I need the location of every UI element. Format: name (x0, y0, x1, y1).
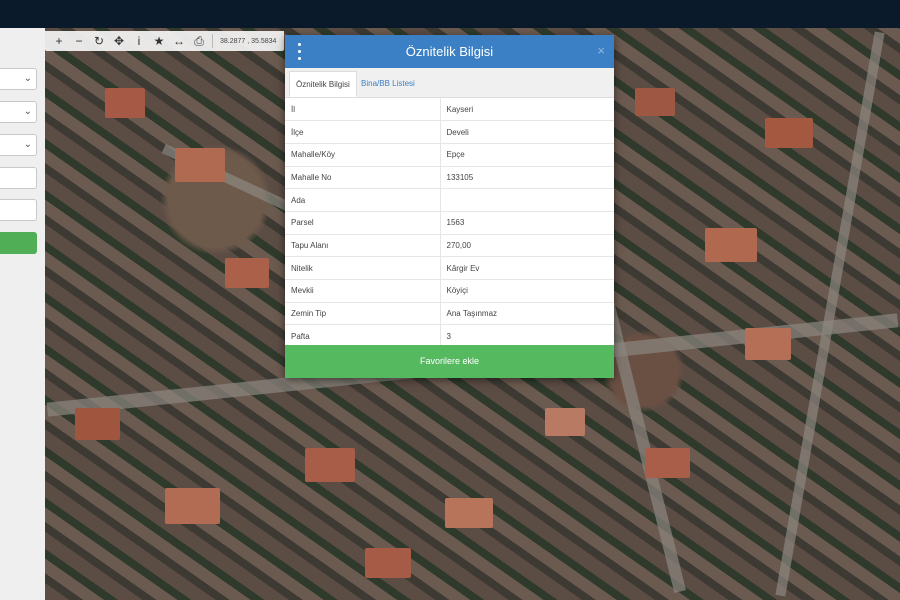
chevron-down-icon: ⌄ (23, 73, 32, 84)
map-building (165, 488, 220, 524)
print-icon[interactable]: ⎙ (189, 31, 209, 51)
attr-key: İlçe (285, 120, 441, 144)
zoom-out-icon[interactable]: − (69, 31, 89, 51)
refresh-icon[interactable]: ↻ (89, 31, 109, 51)
table-row: Mahalle No 133105 (285, 166, 614, 190)
map-building (225, 258, 269, 288)
tab-building-list[interactable]: Bina/BB Listesi (355, 71, 421, 97)
table-row: Mahalle/Köy Epçe (285, 143, 614, 167)
map-building (105, 88, 145, 118)
star-icon[interactable]: ★ (149, 31, 169, 51)
sidebar: ⌄ ⌄ ⌄ (0, 28, 45, 600)
attr-key: Zemin Tip (285, 302, 441, 326)
map-building (445, 498, 493, 528)
panel-title: Öznitelik Bilgisi (405, 44, 494, 59)
attr-value: Ana Taşınmaz (440, 302, 614, 326)
panel-header: Öznitelik Bilgisi × (285, 35, 614, 68)
attr-key: Mahalle No (285, 166, 441, 190)
attr-key: Mevkii (285, 279, 441, 303)
map-building (305, 448, 355, 482)
attr-value: Köyiçi (440, 279, 614, 303)
attribute-table: İl Kayseri İlçe Develi Mahalle/Köy Epçe Mah… (285, 98, 614, 349)
table-row: Zemin Tip Ana Taşınmaz (285, 302, 614, 326)
map-toolbar: + − ↻ ✥ i ★ ↔ ⎙ 38.2877 , 35.5834 (45, 31, 285, 51)
attr-value: 1563 (440, 211, 614, 235)
attr-key: İl (285, 98, 441, 122)
attr-value: Kayseri (440, 98, 614, 122)
table-row: İl Kayseri (285, 98, 614, 122)
sidebar-input-2[interactable] (0, 199, 37, 221)
attr-value: 133105 (440, 166, 614, 190)
map-building (645, 448, 690, 478)
map-building (365, 548, 411, 578)
attr-key: Mahalle/Köy (285, 143, 441, 167)
attr-key: Parsel (285, 211, 441, 235)
map-building (635, 88, 675, 116)
add-to-favorites-button[interactable]: Favorilere ekle (285, 345, 614, 378)
attr-key: Nitelik (285, 256, 441, 280)
sidebar-select-3[interactable]: ⌄ (0, 134, 37, 156)
sidebar-select-2[interactable]: ⌄ (0, 101, 37, 123)
top-bar (0, 0, 900, 28)
coordinate-readout: 38.2877 , 35.5834 (220, 37, 277, 45)
map-building (175, 148, 225, 182)
zoom-in-icon[interactable]: + (49, 31, 69, 51)
attribute-panel: Öznitelik Bilgisi × Öznitelik Bilgisi Bi… (285, 35, 614, 378)
attr-value (440, 188, 614, 212)
toolbar-divider (212, 34, 213, 48)
map-building (75, 408, 120, 440)
tab-attribute-info[interactable]: Öznitelik Bilgisi (289, 71, 357, 97)
attr-value: Kârgir Ev (440, 256, 614, 280)
locate-icon[interactable]: ✥ (109, 31, 129, 51)
chevron-down-icon: ⌄ (23, 139, 32, 150)
table-row: Tapu Alanı 270,00 (285, 234, 614, 258)
table-row: Ada (285, 188, 614, 212)
table-row: Mevkii Köyiçi (285, 279, 614, 303)
map-building (745, 328, 791, 360)
attr-key: Ada (285, 188, 441, 212)
map-building (765, 118, 813, 148)
measure-icon[interactable]: ↔ (169, 31, 189, 51)
sidebar-input-1[interactable] (0, 167, 37, 189)
sidebar-query-button[interactable] (0, 232, 37, 254)
map-building (545, 408, 585, 436)
info-icon[interactable]: i (129, 31, 149, 51)
attr-value: 270,00 (440, 234, 614, 258)
attr-value: Develi (440, 120, 614, 144)
sidebar-select-1[interactable]: ⌄ (0, 68, 37, 90)
map-building (705, 228, 757, 262)
table-row: Nitelik Kârgir Ev (285, 256, 614, 280)
attr-value: Epçe (440, 143, 614, 167)
table-row: İlçe Develi (285, 120, 614, 144)
map-road (775, 31, 885, 597)
panel-tabs: Öznitelik Bilgisi Bina/BB Listesi (285, 68, 614, 98)
table-row: Parsel 1563 (285, 211, 614, 235)
attr-key: Tapu Alanı (285, 234, 441, 258)
chevron-down-icon: ⌄ (23, 106, 32, 117)
close-icon[interactable]: × (597, 44, 605, 58)
